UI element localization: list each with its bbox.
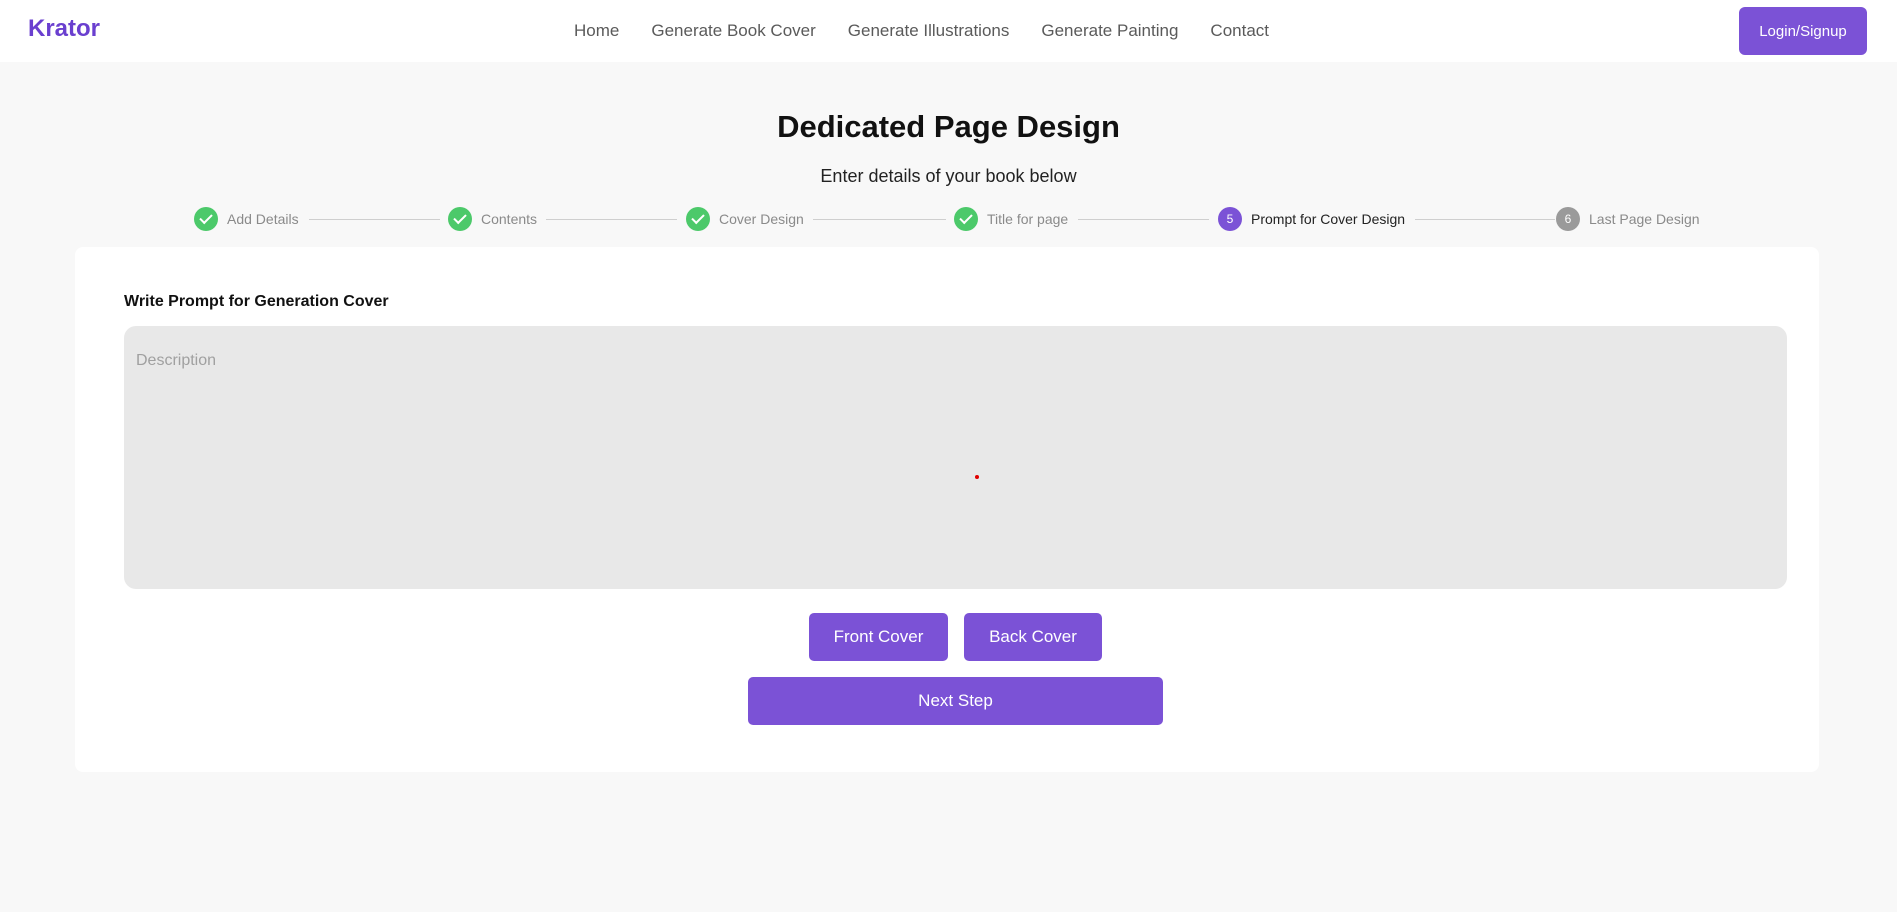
check-icon — [954, 207, 978, 231]
check-icon — [194, 207, 218, 231]
step-prompt-for-cover-design[interactable]: 5 Prompt for Cover Design — [1218, 207, 1405, 231]
nav-home[interactable]: Home — [574, 21, 619, 41]
check-icon — [686, 207, 710, 231]
back-cover-button[interactable]: Back Cover — [964, 613, 1102, 661]
step-label: Prompt for Cover Design — [1251, 211, 1406, 227]
step-label: Add Details — [227, 211, 299, 227]
check-icon — [448, 207, 472, 231]
step-label: Contents — [481, 211, 538, 227]
step-connector — [813, 219, 946, 220]
next-step-button[interactable]: Next Step — [748, 677, 1163, 725]
step-connector — [1415, 219, 1555, 220]
step-label: Cover Design — [719, 211, 804, 227]
step-connector — [309, 219, 440, 220]
step-connector — [546, 219, 677, 220]
page-title: Dedicated Page Design — [777, 109, 1120, 144]
logo[interactable]: Krator — [28, 15, 100, 43]
step-label: Last Page Design — [1589, 211, 1700, 227]
step-connector — [1078, 219, 1209, 220]
step-title-for-page[interactable]: Title for page — [954, 207, 1068, 231]
step-add-details[interactable]: Add Details — [194, 207, 299, 231]
step-last-page-design[interactable]: 6 Last Page Design — [1556, 207, 1700, 231]
top-nav-bar: Krator Home Generate Book Cover Generate… — [0, 0, 1897, 62]
prompt-label: Write Prompt for Generation Cover — [124, 293, 389, 310]
front-cover-button[interactable]: Front Cover — [809, 613, 948, 661]
main-nav: Home Generate Book Cover Generate Illust… — [574, 21, 1301, 41]
cursor-marker — [975, 475, 979, 479]
step-number: 5 — [1218, 207, 1242, 231]
nav-contact[interactable]: Contact — [1210, 21, 1269, 41]
step-cover-design[interactable]: Cover Design — [686, 207, 804, 231]
nav-generate-illustrations[interactable]: Generate Illustrations — [848, 21, 1010, 41]
nav-generate-book-cover[interactable]: Generate Book Cover — [651, 21, 815, 41]
step-label: Title for page — [987, 211, 1069, 227]
step-number: 6 — [1556, 207, 1580, 231]
nav-generate-painting[interactable]: Generate Painting — [1041, 21, 1178, 41]
page-subtitle: Enter details of your book below — [820, 166, 1077, 186]
login-signup-button[interactable]: Login/Signup — [1739, 7, 1867, 55]
description-textarea[interactable] — [124, 326, 1787, 589]
step-contents[interactable]: Contents — [448, 207, 537, 231]
